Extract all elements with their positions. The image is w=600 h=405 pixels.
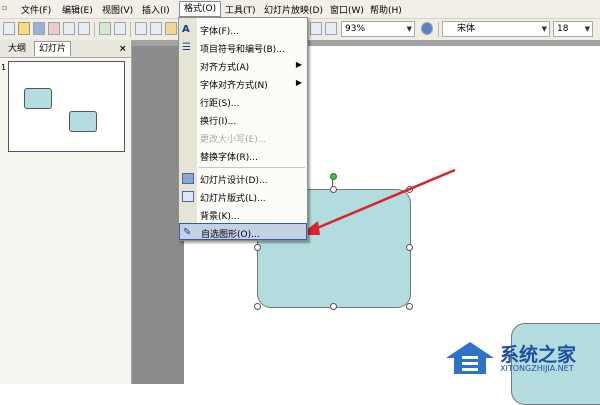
autoshape-icon: ✎ (183, 227, 192, 238)
font-size-value: 18 (557, 24, 569, 34)
menu-item-label: 项目符号和编号(B)... (200, 45, 285, 55)
house-logo-icon (446, 342, 494, 374)
panel-tabs: 大纲 幻灯片 × (0, 40, 131, 58)
menu-format[interactable]: 格式(O) (179, 1, 222, 17)
menu-item-slide-layout[interactable]: 幻灯片版式(L)... (179, 188, 307, 205)
open-icon[interactable] (18, 22, 30, 35)
menu-file[interactable]: 文件(F) (21, 3, 51, 16)
submenu-arrow-icon: ▶ (295, 78, 302, 87)
menu-item-line-spacing[interactable]: 行距(S)... (179, 93, 307, 110)
save-icon[interactable] (33, 22, 45, 35)
watermark-text: 系统之家 (500, 344, 577, 366)
tab-outline[interactable]: 大纲 (4, 42, 30, 56)
menu-view[interactable]: 视图(V) (102, 3, 133, 16)
copy-icon[interactable] (150, 22, 162, 35)
paste-icon[interactable] (165, 22, 177, 35)
insert-chart-icon[interactable] (310, 22, 322, 35)
menu-item-font[interactable]: A 字体(F)... (179, 21, 307, 38)
font-combo[interactable]: 宋体 ▼ (442, 21, 550, 37)
cut-icon[interactable] (135, 22, 147, 35)
resize-handle[interactable] (254, 244, 261, 251)
menu-tools[interactable]: 工具(T) (225, 3, 256, 16)
menu-item-label: 替换字体(R)... (200, 153, 258, 163)
zoom-value: 93% (345, 24, 366, 34)
menu-item-label: 行距(S)... (200, 99, 240, 109)
slide-thumbnail[interactable] (8, 61, 125, 152)
close-icon[interactable]: × (115, 42, 131, 56)
menu-insert[interactable]: 插入(I) (142, 3, 170, 16)
menu-edit[interactable]: 编辑(E) (62, 3, 93, 16)
watermark: 系统之家 XITONGZHIJIA.NET (440, 336, 596, 380)
arrow-line (309, 168, 456, 233)
resize-handle[interactable] (254, 303, 261, 310)
resize-handle[interactable] (406, 303, 413, 310)
spelling-icon[interactable] (99, 22, 111, 35)
menu-item-label: 自选图形(O)... (201, 230, 260, 240)
menu-item-alignment[interactable]: 对齐方式(A) ▶ (179, 57, 307, 74)
menu-item-slide-design[interactable]: 幻灯片设计(D)... (179, 170, 307, 187)
zoom-combo[interactable]: 93% ▼ (341, 21, 415, 37)
resize-handle[interactable] (330, 303, 337, 310)
bullets-icon: ☰ (182, 42, 191, 53)
menu-item-autoshape[interactable]: ✎ 自选图形(O)... (179, 223, 307, 240)
thumbnail-shape (24, 88, 52, 109)
new-icon[interactable] (3, 22, 15, 35)
menu-item-label: 对齐方式(A) (200, 63, 250, 73)
help-icon[interactable] (421, 22, 433, 35)
menu-slideshow[interactable]: 幻灯片放映(D) (264, 3, 323, 16)
app-icon: ▫ (2, 3, 8, 12)
permission-icon[interactable] (48, 22, 60, 35)
menu-item-label: 幻灯片版式(L)... (200, 194, 266, 204)
tab-slides[interactable]: 幻灯片 (34, 41, 72, 56)
menu-item-font-alignment[interactable]: 字体对齐方式(N) ▶ (179, 75, 307, 92)
chevron-down-icon: ▼ (406, 25, 412, 33)
toolbar-separator (130, 22, 131, 37)
menu-item-label: 幻灯片设计(D)... (200, 176, 268, 186)
print-icon[interactable] (63, 22, 75, 35)
menu-help[interactable]: 帮助(H) (370, 3, 402, 16)
menu-item-label: 字体对齐方式(N) (200, 81, 268, 91)
menu-item-label: 字体(F)... (200, 27, 239, 37)
format-menu: A 字体(F)... ☰ 项目符号和编号(B)... 对齐方式(A) ▶ 字体对… (178, 17, 308, 241)
menu-item-change-case: 更改大小写(E)... (179, 129, 307, 146)
chevron-down-icon: ▼ (541, 25, 547, 33)
menu-item-label: 背景(K)... (200, 212, 240, 222)
menu-separator (199, 167, 305, 168)
insert-table-icon[interactable] (325, 22, 337, 35)
chevron-down-icon: ▼ (584, 25, 590, 33)
print-preview-icon[interactable] (78, 22, 90, 35)
menu-item-bullets[interactable]: ☰ 项目符号和编号(B)... (179, 39, 307, 56)
menu-item-line-break[interactable]: 换行(I)... (179, 111, 307, 128)
research-icon[interactable] (114, 22, 126, 35)
font-size-combo[interactable]: 18 ▼ (553, 21, 593, 37)
resize-handle[interactable] (406, 244, 413, 251)
slide-layout-icon (182, 191, 194, 202)
toolbar-separator (94, 22, 95, 37)
slide-number: 1 (1, 63, 7, 72)
font-icon: A (182, 24, 190, 35)
toolbar-separator (438, 22, 439, 37)
watermark-subtext: XITONGZHIJIA.NET (500, 364, 574, 373)
menu-item-label: 换行(I)... (200, 117, 237, 127)
slide-design-icon (182, 173, 194, 184)
menu-item-background[interactable]: 背景(K)... (179, 206, 307, 223)
menu-item-replace-fonts[interactable]: 替换字体(R)... (179, 147, 307, 164)
annotation-arrow (300, 168, 456, 235)
font-value: 宋体 (457, 24, 476, 34)
thumbnail-shape (69, 111, 97, 132)
submenu-arrow-icon: ▶ (295, 60, 302, 69)
menu-window[interactable]: 窗口(W) (330, 3, 364, 16)
menu-item-label: 更改大小写(E)... (200, 135, 267, 145)
